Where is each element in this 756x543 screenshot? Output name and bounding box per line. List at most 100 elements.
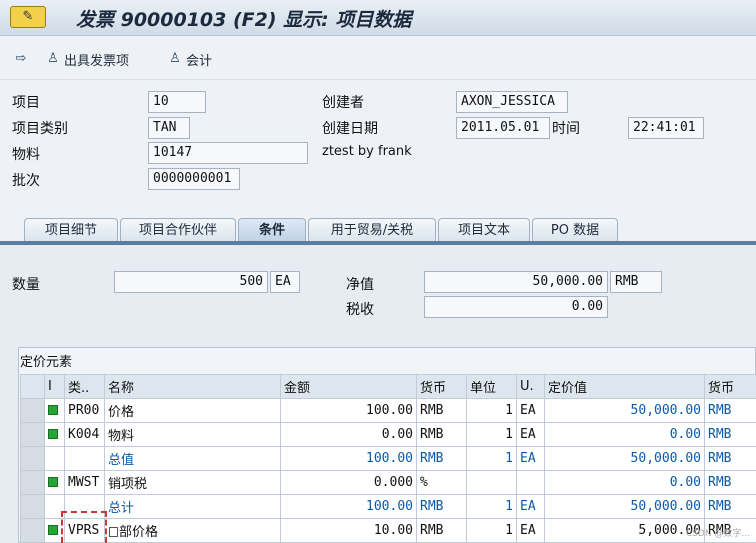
- condition-type-cell[interactable]: K004: [64, 422, 105, 447]
- quantity-field[interactable]: 500: [114, 271, 268, 293]
- tax-label: 税收: [346, 302, 374, 318]
- uom-cell: EA: [516, 494, 545, 519]
- per-cell[interactable]: [466, 470, 517, 495]
- condition-value-cell: 50,000.00: [544, 398, 705, 423]
- currency-cell[interactable]: RMB: [416, 518, 467, 543]
- table-row[interactable]: PR00 价格 100.00 RMB 1 EA 50,000.00 RMB: [20, 398, 756, 423]
- condition-name-cell: 价格: [104, 398, 281, 423]
- created-on-field[interactable]: 2011.05.01: [456, 117, 550, 139]
- output-invoice-item-label: 出具发票项: [64, 53, 130, 69]
- row-selector[interactable]: [20, 518, 45, 543]
- pricing-elements-title: 定价元素: [20, 355, 73, 370]
- status-cell: [44, 422, 65, 447]
- condition-value-cell: 50,000.00: [544, 494, 705, 519]
- per-cell[interactable]: 1: [466, 518, 517, 543]
- material-label: 物料: [12, 147, 40, 163]
- col-header-type[interactable]: 类..: [64, 374, 105, 399]
- row-selector[interactable]: [20, 422, 45, 447]
- currency-cell[interactable]: RMB: [416, 398, 467, 423]
- per-cell[interactable]: 1: [466, 398, 517, 423]
- user-icon: ♙: [47, 51, 59, 66]
- created-on-label: 创建日期: [322, 121, 378, 137]
- accounting-label: 会计: [186, 53, 213, 69]
- status-green-icon: [48, 405, 58, 415]
- uom-cell[interactable]: [516, 470, 545, 495]
- per-cell: 1: [466, 446, 517, 471]
- table-row[interactable]: MWST 销项税 0.000 % 0.00 RMB: [20, 470, 756, 495]
- document-nav-button[interactable]: ⇨: [12, 48, 32, 70]
- per-cell[interactable]: 1: [466, 422, 517, 447]
- col-header-currency[interactable]: 货币: [416, 374, 467, 399]
- condition-type-cell[interactable]: MWST: [64, 470, 105, 495]
- col-header-value-currency[interactable]: 货币: [704, 374, 756, 399]
- creator-field[interactable]: AXON_JESSICA: [456, 91, 568, 113]
- status-cell: [44, 470, 65, 495]
- quantity-unit-field[interactable]: EA: [270, 271, 300, 293]
- invoice-icon[interactable]: ✎: [10, 6, 46, 28]
- table-row[interactable]: K004 物料 0.00 RMB 1 EA 0.00 RMB: [20, 422, 756, 447]
- table-row[interactable]: 总计 100.00 RMB 1 EA 50,000.00 RMB: [20, 494, 756, 519]
- status-green-icon: [48, 477, 58, 487]
- row-selector[interactable]: [20, 398, 45, 423]
- accounting-button[interactable]: ♙ 会计: [166, 48, 212, 70]
- item-field[interactable]: 10: [148, 91, 206, 113]
- col-header-name[interactable]: 名称: [104, 374, 281, 399]
- net-value-field[interactable]: 50,000.00: [424, 271, 608, 293]
- status-cell: [44, 446, 65, 471]
- document-nav-icon: ⇨: [15, 51, 27, 66]
- row-selector-header[interactable]: [20, 374, 45, 399]
- amount-cell[interactable]: 10.00: [280, 518, 417, 543]
- uom-cell[interactable]: EA: [516, 398, 545, 423]
- title-bar: ✎ 发票 90000103 (F2) 显示: 项目数据: [0, 0, 756, 36]
- currency-cell: RMB: [416, 446, 467, 471]
- checkbox-icon[interactable]: [109, 527, 118, 537]
- uom-cell[interactable]: EA: [516, 518, 545, 543]
- time-label: 时间: [552, 121, 580, 137]
- window-title: 发票 90000103 (F2) 显示: 项目数据: [76, 9, 412, 31]
- highlight-annotation: [61, 511, 107, 543]
- table-row[interactable]: VPRS 部价格 10.00 RMB 1 EA 5,000.00 RMB: [20, 518, 756, 543]
- condition-type-cell: [64, 446, 105, 471]
- condition-name-cell: 总值: [104, 446, 281, 471]
- material-field[interactable]: 10147: [148, 142, 308, 164]
- condition-type-cell[interactable]: PR00: [64, 398, 105, 423]
- value-currency-cell: RMB: [704, 446, 756, 471]
- watermark: CSDN @数字...: [685, 529, 750, 539]
- col-header-uom[interactable]: U.: [516, 374, 545, 399]
- output-invoice-item-button[interactable]: ♙ 出具发票项: [44, 48, 129, 70]
- table-row[interactable]: 总值 100.00 RMB 1 EA 50,000.00 RMB: [20, 446, 756, 471]
- uom-cell[interactable]: EA: [516, 422, 545, 447]
- currency-cell[interactable]: RMB: [416, 422, 467, 447]
- condition-name-cell: 物料: [104, 422, 281, 447]
- col-header-per[interactable]: 单位: [466, 374, 517, 399]
- col-header-value[interactable]: 定价值: [544, 374, 705, 399]
- condition-name-text: 部价格: [119, 525, 159, 540]
- row-selector[interactable]: [20, 446, 45, 471]
- batch-label: 批次: [12, 173, 40, 189]
- condition-value-cell: 5,000.00: [544, 518, 705, 543]
- col-header-i[interactable]: I: [44, 374, 65, 399]
- status-green-icon: [48, 429, 58, 439]
- batch-field[interactable]: 0000000001: [148, 168, 240, 190]
- row-selector[interactable]: [20, 470, 45, 495]
- status-cell: [44, 398, 65, 423]
- condition-name-cell: 总计: [104, 494, 281, 519]
- tax-field[interactable]: 0.00: [424, 296, 608, 318]
- condition-name-cell: 销项税: [104, 470, 281, 495]
- value-currency-cell: RMB: [704, 494, 756, 519]
- item-label: 项目: [12, 95, 40, 111]
- net-currency-field[interactable]: RMB: [610, 271, 662, 293]
- item-category-label: 项目类别: [12, 121, 68, 137]
- item-category-field[interactable]: TAN: [148, 117, 190, 139]
- time-field[interactable]: 22:41:01: [628, 117, 704, 139]
- amount-cell: 100.00: [280, 494, 417, 519]
- currency-cell[interactable]: %: [416, 470, 467, 495]
- amount-cell[interactable]: 0.00: [280, 422, 417, 447]
- row-selector[interactable]: [20, 494, 45, 519]
- amount-cell[interactable]: 100.00: [280, 398, 417, 423]
- condition-value-cell: 0.00: [544, 470, 705, 495]
- value-currency-cell: RMB: [704, 398, 756, 423]
- value-currency-cell: RMB: [704, 470, 756, 495]
- amount-cell[interactable]: 0.000: [280, 470, 417, 495]
- col-header-amount[interactable]: 金额: [280, 374, 417, 399]
